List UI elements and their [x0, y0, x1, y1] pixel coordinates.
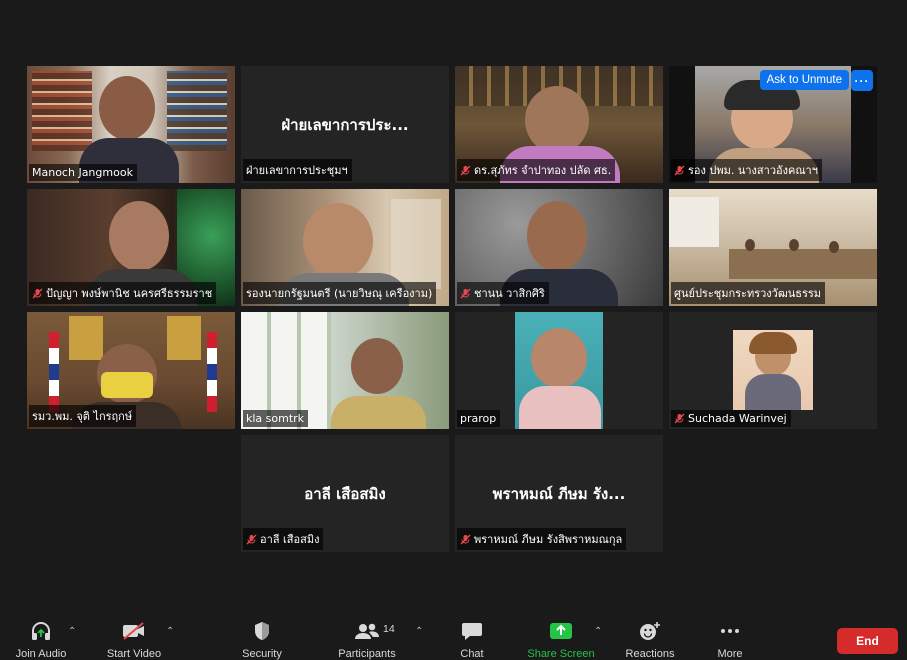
participant-name-label: รมว.พม. จุติ ไกรฤกษ์	[29, 405, 137, 427]
participant-tile[interactable]: ศูนย์ประชุมกระทรวงวัฒนธรรม	[669, 189, 877, 306]
participant-tile[interactable]: ปัญญา พงษ์พานิช นครศรีธรรมราช	[27, 189, 235, 306]
security-button[interactable]: Security	[232, 620, 292, 660]
meeting-toolbar: Join Audio ⌃ Start Video ⌃ Security Part…	[0, 612, 907, 660]
participant-tile[interactable]: Ask to Unmute ··· รอง ปพม. นางสาวอังคณาฯ	[669, 66, 877, 183]
audio-options-caret-icon[interactable]: ⌃	[68, 626, 76, 637]
participant-tile[interactable]: ดร.สุภัทร จำปาทอง ปลัด ศธ.	[455, 66, 663, 183]
mic-muted-icon	[674, 165, 685, 176]
participant-tile[interactable]: prarop	[455, 312, 663, 429]
participant-tile[interactable]: Manoch Jangmook	[27, 66, 235, 183]
mic-muted-icon	[460, 534, 471, 545]
chat-bubble-icon	[448, 620, 496, 642]
participant-name-label: รอง ปพม. นางสาวอังคณาฯ	[671, 159, 822, 181]
participant-name-label: Manoch Jangmook	[29, 164, 137, 181]
mic-muted-icon	[32, 288, 43, 299]
ellipsis-icon	[706, 620, 754, 642]
participant-tile[interactable]: ฝ่ายเลขาการประ... ฝ่ายเลขาการประชุมฯ	[241, 66, 449, 183]
participant-tile[interactable]: อาลี เสือสมิง อาลี เสือสมิง	[241, 435, 449, 552]
participant-name-label: Suchada Warinvej	[671, 410, 791, 427]
participant-display-name: พราหมณ์ ภีษม รัง...	[492, 484, 626, 503]
participant-name-label: รองนายกรัฐมนตรี (นายวิษณุ เครืองาม)	[243, 282, 437, 304]
start-video-button[interactable]: Start Video	[98, 620, 170, 660]
video-off-icon	[98, 620, 170, 642]
share-screen-icon	[522, 620, 600, 642]
participant-tile[interactable]: kla somtrk	[241, 312, 449, 429]
participant-display-name: ฝ่ายเลขาการประ...	[281, 115, 409, 134]
participant-tile[interactable]: รมว.พม. จุติ ไกรฤกษ์	[27, 312, 235, 429]
share-options-caret-icon[interactable]: ⌃	[594, 626, 602, 637]
participant-name-label: ฝ่ายเลขาการประชุมฯ	[243, 159, 352, 181]
participant-name-label: kla somtrk	[243, 410, 309, 427]
participant-name-label: อาลี เสือสมิง	[243, 528, 324, 550]
participant-name-label: พราหมณ์ ภีษม รังสิพราหมณกุล	[457, 528, 627, 550]
share-screen-button[interactable]: Share Screen	[522, 620, 600, 660]
participant-name-label: ปัญญา พงษ์พานิช นครศรีธรรมราช	[29, 282, 217, 304]
participant-name-label: ดร.สุภัทร จำปาทอง ปลัด ศธ.	[457, 159, 616, 181]
mic-muted-icon	[460, 165, 471, 176]
more-options-button[interactable]: ···	[851, 70, 873, 91]
participant-name-label: prarop	[457, 410, 501, 427]
headphones-icon	[8, 620, 74, 642]
join-audio-button[interactable]: Join Audio	[8, 620, 74, 660]
chat-button[interactable]: Chat	[448, 620, 496, 660]
ask-to-unmute-button[interactable]: Ask to Unmute	[759, 70, 849, 90]
participant-name-label: ชานน วาสิกศิริ	[457, 282, 549, 304]
participant-name-label: ศูนย์ประชุมกระทรวงวัฒนธรรม	[671, 282, 826, 304]
reactions-button[interactable]: Reactions	[618, 620, 682, 660]
participant-tile[interactable]: พราหมณ์ ภีษม รัง... พราหมณ์ ภีษม รังสิพร…	[455, 435, 663, 552]
meeting-stage: Manoch Jangmook ฝ่ายเลขาการประ... ฝ่ายเล…	[0, 0, 907, 660]
mic-muted-icon	[674, 413, 685, 424]
participant-tile[interactable]: ชานน วาสิกศิริ	[455, 189, 663, 306]
participants-count-badge: 14	[383, 623, 395, 635]
more-button[interactable]: More	[706, 620, 754, 660]
participants-options-caret-icon[interactable]: ⌃	[415, 626, 423, 637]
smiley-add-icon	[618, 620, 682, 642]
mic-muted-icon	[460, 288, 471, 299]
participant-display-name: อาลี เสือสมิง	[304, 484, 386, 503]
participant-tile-active-speaker[interactable]: รองนายกรัฐมนตรี (นายวิษณุ เครืองาม)	[241, 189, 449, 306]
participant-tile[interactable]: Suchada Warinvej	[669, 312, 877, 429]
video-options-caret-icon[interactable]: ⌃	[166, 626, 174, 637]
end-meeting-button[interactable]: End	[837, 628, 898, 654]
shield-icon	[232, 620, 292, 642]
mic-muted-icon	[246, 534, 257, 545]
